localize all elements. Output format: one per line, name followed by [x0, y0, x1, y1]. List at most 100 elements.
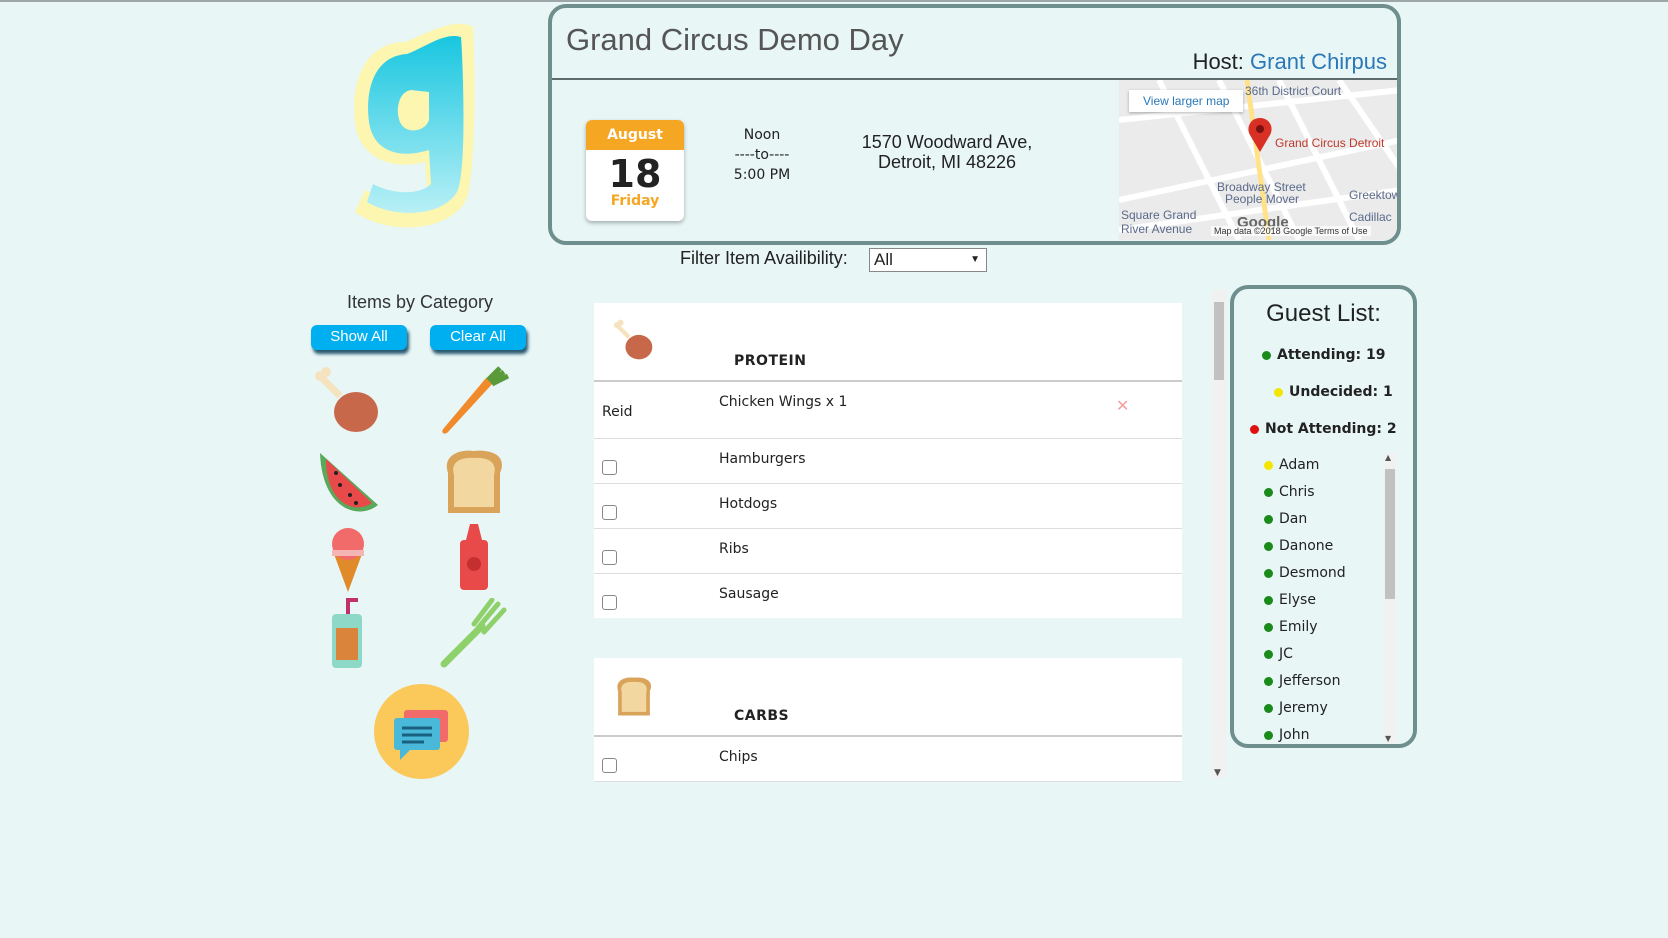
undecided-dot-icon — [1274, 387, 1283, 397]
scroll-up-icon[interactable]: ▲ — [1385, 453, 1391, 462]
map-pin-label: Grand Circus Detroit — [1275, 136, 1385, 150]
address-line2: Detroit, MI 48226 — [877, 152, 1017, 172]
item-name: Ribs — [719, 541, 749, 557]
address-line1: 1570 Woodward Ave, — [861, 132, 1033, 152]
filter-label: Filter Item Availibility: — [680, 248, 848, 268]
guest-name: Danone — [1279, 538, 1334, 554]
map-label: Square Grand — [1121, 208, 1197, 222]
map-embed[interactable]: View larger map 36th District Court Broa… — [1119, 80, 1397, 240]
show-all-button[interactable]: Show All — [311, 325, 407, 350]
filter-select[interactable]: All ▼ — [869, 248, 987, 272]
list-item: Ribs — [594, 529, 1182, 574]
status-dot-icon — [1264, 649, 1273, 659]
fork-icon[interactable] — [438, 598, 510, 670]
item-name: Hamburgers — [719, 451, 806, 467]
claimed-by: Reid — [602, 404, 633, 420]
chat-button[interactable] — [374, 684, 469, 779]
list-item: Adam — [1264, 457, 1319, 473]
items-by-category-title: Items by Category — [346, 292, 494, 312]
not-attending-label: Not Attending: 2 — [1265, 421, 1397, 437]
time-end: 5:00 PM — [733, 167, 791, 183]
attending-dot-icon — [1262, 350, 1271, 360]
category-card-protein: PROTEIN Reid Chicken Wings x 1 ✕ Hamburg… — [594, 303, 1182, 618]
drumstick-icon[interactable] — [312, 366, 384, 438]
guest-name: Jefferson — [1279, 673, 1341, 689]
item-checkbox[interactable] — [602, 460, 617, 475]
ice-cream-icon[interactable] — [312, 520, 384, 592]
guest-name: Dan — [1279, 511, 1308, 527]
attending-label: Attending: 19 — [1277, 347, 1386, 363]
not-attending-count: Not Attending: 2 — [1250, 421, 1397, 437]
drink-icon[interactable] — [312, 598, 384, 670]
item-checkbox[interactable] — [602, 550, 617, 565]
category-header: CARBS — [594, 658, 1182, 737]
guest-name: Jeremy — [1279, 700, 1328, 716]
host-label: Host: — [1192, 49, 1244, 74]
guest-name: Desmond — [1279, 565, 1346, 581]
scroll-down-icon[interactable]: ▼ — [1214, 768, 1221, 778]
dropdown-arrow-icon: ▼ — [970, 254, 980, 265]
logo-icon — [354, 23, 475, 228]
time-start: Noon — [743, 127, 781, 143]
calendar-month: August — [586, 120, 684, 150]
status-dot-icon — [1264, 676, 1273, 686]
host-name-link[interactable]: Grant Chirpus — [1250, 49, 1387, 74]
list-item: JC — [1264, 646, 1293, 662]
top-border — [0, 0, 1668, 2]
view-larger-map-link[interactable]: View larger map — [1129, 90, 1244, 112]
event-time: Noon ----to---- 5:00 PM — [727, 125, 797, 185]
guest-name: Chris — [1279, 484, 1315, 500]
list-item: Chips — [594, 737, 1182, 782]
carrot-icon[interactable] — [438, 366, 510, 438]
list-item: Hotdogs — [594, 484, 1182, 529]
item-name: Chicken Wings x 1 — [719, 394, 848, 410]
item-name: Chips — [719, 749, 758, 765]
map-label: People Mover — [1225, 192, 1300, 206]
event-card: Grand Circus Demo Day Host: Grant Chirpu… — [548, 4, 1401, 245]
undecided-count: Undecided: 1 — [1274, 384, 1393, 400]
items-scrollbar[interactable]: ▼ — [1212, 290, 1226, 778]
status-dot-icon — [1264, 487, 1273, 497]
scrollbar-thumb[interactable] — [1214, 302, 1224, 380]
status-dot-icon — [1264, 568, 1273, 578]
host: Host: Grant Chirpus — [1193, 49, 1387, 75]
calendar-badge: August 18 Friday — [586, 120, 684, 221]
item-name: Hotdogs — [719, 496, 778, 512]
guest-name: John — [1279, 727, 1310, 743]
map-label: Cadillac — [1349, 210, 1392, 224]
list-item: Dan — [1264, 511, 1307, 527]
list-item: Elyse — [1264, 592, 1316, 608]
map-footer: Map data ©2018 Google Terms of Use — [1211, 226, 1371, 236]
map-label: 36th District Court — [1245, 84, 1342, 98]
item-checkbox[interactable] — [602, 505, 617, 520]
guest-list-scrollbar[interactable]: ▲ ▼ — [1384, 453, 1396, 743]
category-name: CARBS — [734, 708, 790, 724]
guest-list-title: Guest List: — [1266, 300, 1381, 327]
guest-list-panel: Guest List: Attending: 19 Undecided: 1 N… — [1230, 285, 1417, 748]
list-item: Chris — [1264, 484, 1315, 500]
status-dot-icon — [1264, 703, 1273, 713]
ketchup-icon[interactable] — [438, 520, 510, 592]
item-checkbox[interactable] — [602, 595, 617, 610]
filter-value: All — [874, 250, 893, 269]
map-label: River Avenue — [1121, 222, 1193, 236]
list-item: Jefferson — [1264, 673, 1341, 689]
scroll-down-icon[interactable]: ▼ — [1385, 734, 1391, 743]
watermelon-icon[interactable] — [312, 445, 384, 517]
calendar-weekday: Friday — [610, 193, 660, 209]
guest-name: Adam — [1279, 457, 1320, 473]
clear-all-button[interactable]: Clear All — [430, 325, 526, 350]
guest-names-list: Adam Chris Dan Danone Desmond Elyse Emil… — [1254, 453, 1394, 743]
item-name: Sausage — [719, 586, 779, 602]
bread-icon[interactable] — [438, 445, 510, 517]
remove-icon[interactable]: ✕ — [1116, 396, 1129, 415]
event-title: Grand Circus Demo Day — [566, 22, 904, 57]
scrollbar-thumb[interactable] — [1385, 469, 1395, 599]
status-dot-icon — [1264, 595, 1273, 605]
guest-name: Emily — [1279, 619, 1318, 635]
list-item: Hamburgers — [594, 439, 1182, 484]
list-item: Danone — [1264, 538, 1333, 554]
status-dot-icon — [1264, 514, 1273, 524]
status-dot-icon — [1264, 460, 1273, 470]
item-checkbox[interactable] — [602, 758, 617, 773]
